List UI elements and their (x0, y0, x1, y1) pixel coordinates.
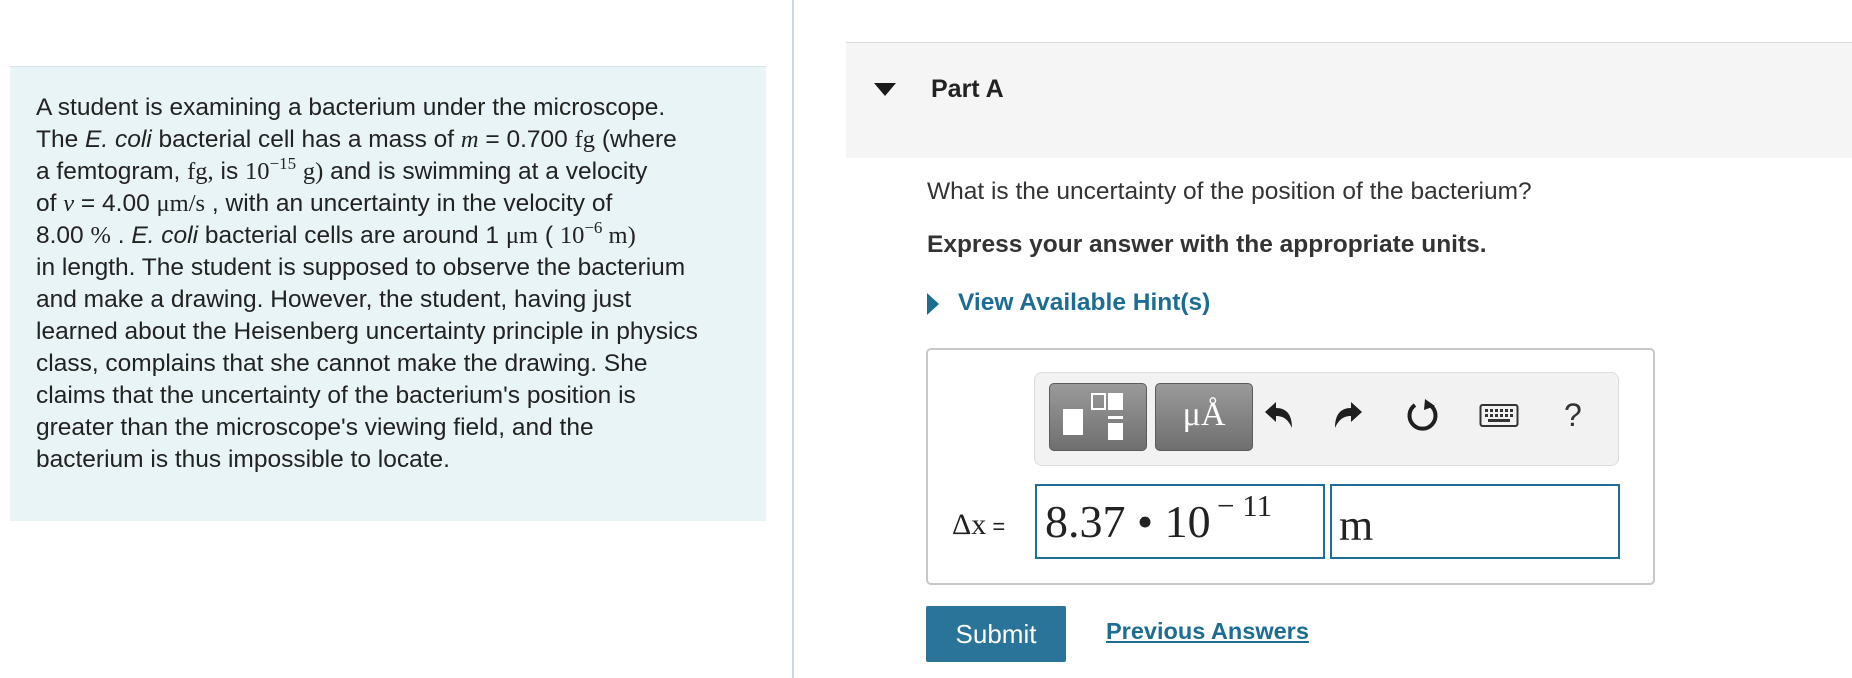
answer-label-equals: = (986, 514, 1006, 539)
problem-text: bacterial cells are around 1 (198, 222, 506, 249)
part-title: Part A (931, 75, 1004, 103)
problem-text: a femtogram, (36, 158, 188, 185)
problem-line: claims that the uncertainty of the bacte… (36, 380, 742, 412)
panel-divider (792, 0, 794, 678)
units-button-label: μÅ (1182, 396, 1226, 433)
problem-text: % (90, 222, 111, 249)
problem-line: learned about the Heisenberg uncertainty… (36, 316, 742, 348)
problem-text: of (36, 190, 64, 217)
problem-text: −6 (584, 218, 603, 237)
problem-text: (where (595, 126, 677, 153)
problem-line: The E. coli bacterial cell has a mass of… (36, 124, 742, 156)
problem-text: . (110, 222, 132, 249)
problem-text: m) (602, 222, 636, 249)
keyboard-icon[interactable] (1479, 403, 1519, 429)
part-a-header[interactable]: Part A (846, 42, 1852, 158)
problem-line: greater than the microscope's viewing fi… (36, 412, 742, 444)
answer-unit-field[interactable]: m (1330, 484, 1620, 559)
problem-text: μm (505, 222, 539, 249)
undo-icon[interactable] (1259, 397, 1297, 433)
problem-text: , with an uncertainty in the velocity of (205, 190, 613, 217)
answer-unit-text: m (1339, 501, 1374, 550)
problem-text: fg (574, 126, 596, 153)
problem-text: is (213, 158, 245, 185)
problem-text: −15 (269, 154, 297, 173)
problem-text: 10 (245, 158, 270, 185)
problem-text: ( (538, 222, 560, 249)
problem-line: and make a drawing. However, the student… (36, 284, 742, 316)
answer-value-exponent: − 11 (1217, 488, 1273, 523)
problem-line: in length. The student is supposed to ob… (36, 252, 742, 284)
answer-value-field[interactable]: 8.37 • 10 − 11 (1035, 484, 1325, 559)
answer-label-symbol: Δx (952, 508, 987, 541)
reset-icon[interactable] (1404, 396, 1442, 434)
problem-text: μm/s (156, 190, 206, 217)
triangle-right-icon (927, 293, 939, 315)
collapse-triangle-icon[interactable] (874, 83, 896, 96)
problem-text: fg, (187, 158, 214, 185)
previous-answers-link[interactable]: Previous Answers (1106, 618, 1309, 645)
view-hints-label[interactable]: View Available Hint(s) (958, 289, 1210, 317)
problem-text: greater than the microscope's viewing fi… (36, 414, 594, 441)
problem-line: class, complains that she cannot make th… (36, 348, 742, 380)
redo-icon[interactable] (1330, 397, 1368, 433)
problem-text: bacterial cell has a mass of (151, 126, 461, 153)
problem-text: bacterium is thus impossible to locate. (36, 446, 450, 473)
problem-text: = 0.700 (478, 126, 575, 153)
problem-text: learned about the Heisenberg uncertainty… (36, 318, 698, 345)
problem-text: 8.00 (36, 222, 91, 249)
problem-text: and make a drawing. However, the student… (36, 286, 632, 313)
problem-text: A student is examining a bacterium under… (36, 94, 666, 121)
problem-text: E. coli (85, 126, 152, 153)
problem-line: a femtogram, fg, is 10−15 g) and is swim… (36, 154, 742, 188)
templates-icon (1063, 393, 1123, 440)
problem-text: and is swimming at a velocity (323, 158, 648, 185)
problem-text: g) (302, 158, 324, 185)
problem-line: of v = 4.00 μm/s , with an uncertainty i… (36, 188, 742, 220)
answer-instruction: Express your answer with the appropriate… (927, 231, 1487, 258)
problem-text: v (63, 190, 75, 217)
problem-text: in length. The student is supposed to ob… (36, 254, 686, 281)
problem-line: A student is examining a bacterium under… (36, 92, 742, 124)
answer-label: Δx = (952, 508, 1005, 542)
problem-text: The (36, 126, 86, 153)
problem-text (296, 158, 303, 185)
problem-line: bacterium is thus impossible to locate. (36, 444, 742, 476)
answer-value-text: 8.37 • 10 (1045, 496, 1211, 547)
templates-button[interactable] (1049, 383, 1147, 451)
math-toolbar: μÅ ? (1034, 372, 1619, 466)
problem-line: 8.00 % . E. coli bacterial cells are aro… (36, 218, 742, 252)
problem-text: = 4.00 (74, 190, 157, 217)
problem-text: 10 (559, 222, 585, 249)
problem-text: E. coli (131, 222, 199, 249)
problem-text: claims that the uncertainty of the bacte… (36, 382, 636, 409)
submit-button[interactable]: Submit (926, 606, 1066, 662)
answer-box: μÅ ? Δx = 8.37 • 10 − 11 m (926, 348, 1655, 585)
question-text: What is the uncertainty of the position … (927, 178, 1532, 205)
problem-statement: A student is examining a bacterium under… (10, 66, 766, 521)
units-button[interactable]: μÅ (1155, 383, 1253, 451)
problem-text: class, complains that she cannot make th… (36, 350, 648, 377)
problem-text: m (460, 126, 479, 153)
help-icon[interactable]: ? (1564, 397, 1582, 434)
